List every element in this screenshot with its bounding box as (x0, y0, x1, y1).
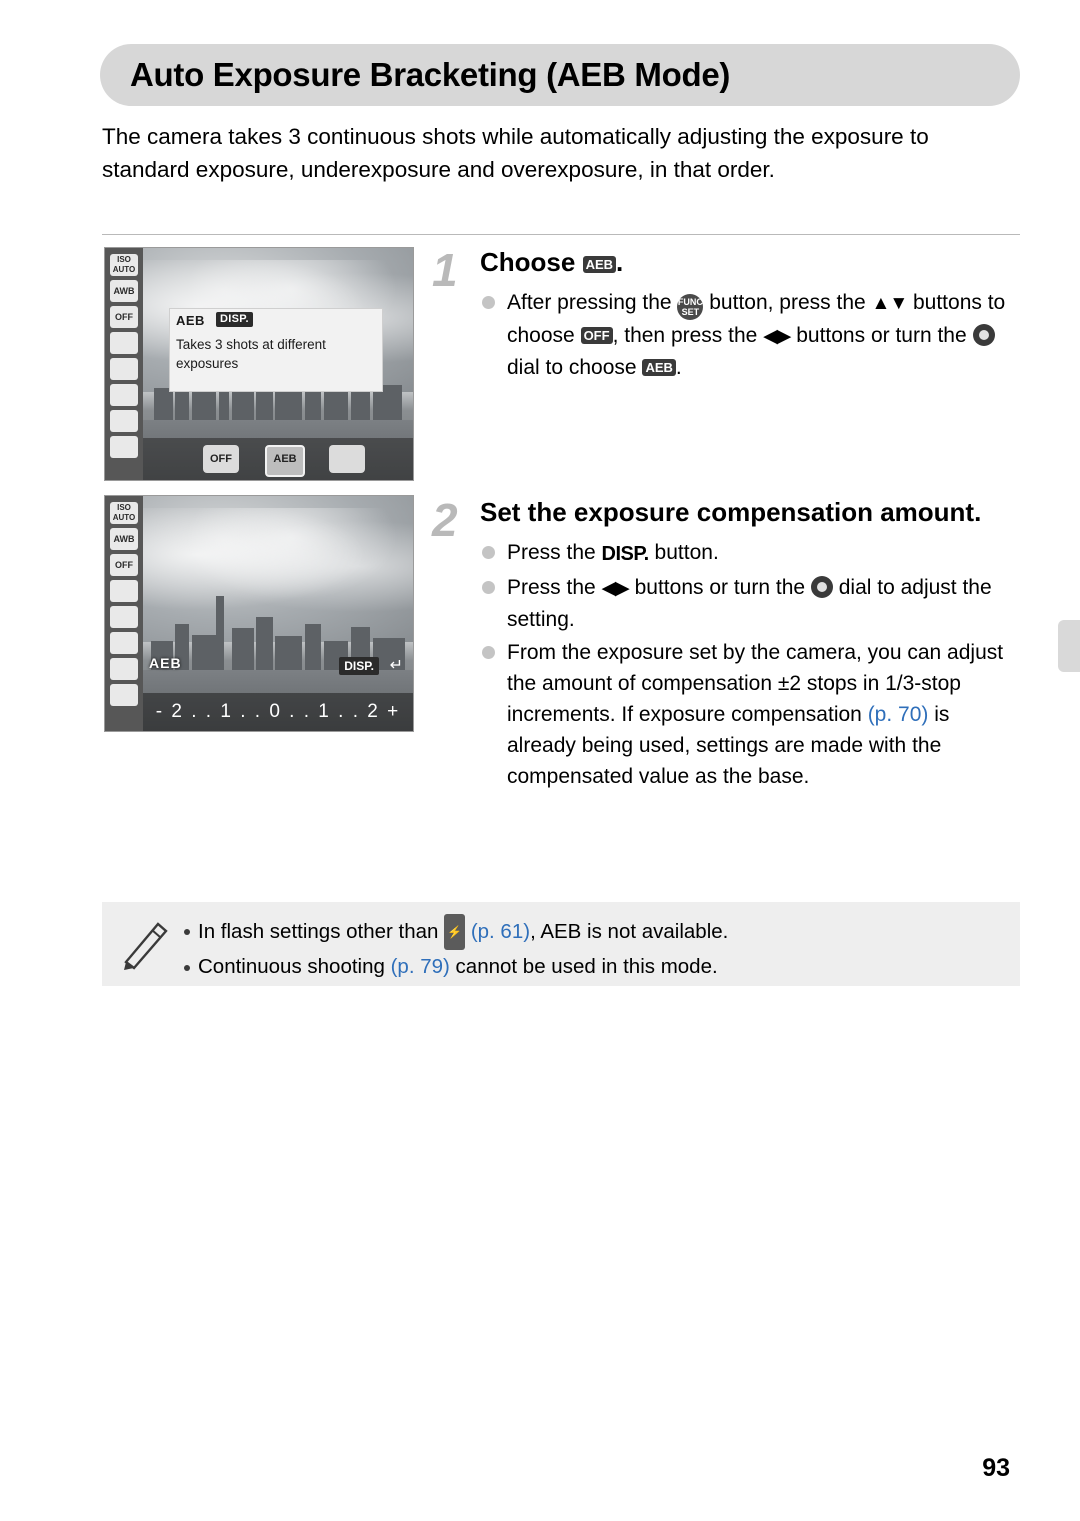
camera-screen-1: ISO AUTO AWB OFF AEB DISP. Takes 3 shots … (104, 247, 414, 481)
func-set-button-icon: FUNC SET (677, 294, 704, 320)
tooltip-label: AEB (176, 313, 205, 328)
page-reference-link[interactable]: (p. 61) (471, 920, 530, 943)
screen1-mode-strip: OFF AEB (143, 438, 413, 480)
mode-item-focus-bracket (329, 445, 365, 473)
horizontal-rule (102, 234, 1020, 235)
page-reference-link[interactable]: (p. 70) (868, 703, 929, 726)
control-dial-icon (972, 324, 995, 346)
step-2-title: Set the exposure compensation amount. (480, 497, 982, 527)
page-number: 93 (982, 1454, 1010, 1482)
disp-button-icon: DISP. (601, 543, 650, 565)
camera-screen-2: ISO AUTO AWB OFF AEB DISP. ↵ - 2 . . 1 . … (104, 495, 414, 732)
control-dial-icon (810, 576, 833, 598)
pencil-icon (124, 922, 168, 970)
screen2-exposure-scale: - 2 . . 1 . . 0 . . 1 . . 2 + (143, 693, 413, 731)
note-box: In flash settings other than ⚡ (p. 61), … (102, 902, 1020, 986)
step-1-title-text: Choose (480, 247, 583, 277)
chapter-side-tab (1058, 620, 1080, 672)
page-title: Auto Exposure Bracketing (AEB Mode) (130, 56, 731, 93)
screen1-tooltip: AEB DISP. Takes 3 shots at different exp… (169, 308, 383, 392)
steps-column: 1 Choose AEB. After pressing the FUNC SET… (432, 245, 1020, 794)
aeb-icon: AEB (582, 256, 617, 273)
note-line-1: In flash settings other than ⚡ (p. 61), … (182, 914, 1006, 950)
step-2-bullet-1: Press the DISP. button. (480, 537, 1020, 570)
intro-paragraph: The camera takes 3 continuous shots whil… (102, 124, 929, 182)
step-1-title-suffix: . (616, 247, 624, 277)
left-right-buttons-icon: ◀▶ (601, 578, 630, 599)
step-2-bullets: Press the DISP. button. Press the ◀▶ but… (480, 537, 1020, 792)
step-1-number: 1 (432, 244, 458, 296)
step-2: 2 Set the exposure compensation amount. … (432, 495, 1020, 792)
return-arrow-icon: ↵ (389, 657, 403, 674)
screen2-disp-badge: DISP. (339, 657, 379, 675)
bracketing-off-icon: OFF (580, 327, 613, 344)
step-1-bullets: After pressing the FUNC SET button, press… (480, 287, 1020, 383)
step-2-bullet-3: From the exposure set by the camera, you… (480, 637, 1020, 792)
note-line-2: Continuous shooting (p. 79) cannot be us… (182, 950, 1006, 984)
up-down-buttons-icon: ▲▼ (871, 293, 909, 314)
step-1-bullet-1: After pressing the FUNC SET button, press… (480, 287, 1020, 383)
screen2-aeb-label: AEB (149, 655, 182, 671)
aeb-icon: AEB (642, 359, 676, 376)
step-2-bullet-2: Press the ◀▶ buttons or turn the dial to… (480, 572, 1020, 635)
step-1-title: Choose AEB. (480, 245, 1020, 279)
tooltip-body: Takes 3 shots at different exposures (176, 337, 326, 371)
left-right-buttons-icon: ◀▶ (763, 326, 791, 347)
page-title-bar: Auto Exposure Bracketing (AEB Mode) (100, 44, 1020, 106)
step-2-number: 2 (432, 494, 458, 546)
step-1: 1 Choose AEB. After pressing the FUNC SET… (432, 245, 1020, 495)
mode-item-off: OFF (203, 445, 239, 473)
tooltip-disp-badge: DISP. (216, 312, 253, 327)
mode-item-aeb: AEB (265, 445, 305, 477)
screen2-icon-rail: ISO AUTO AWB OFF (105, 496, 143, 731)
note-lines: In flash settings other than ⚡ (p. 61), … (182, 914, 1006, 984)
page-reference-link[interactable]: (p. 79) (391, 955, 450, 978)
flash-off-icon: ⚡ (444, 914, 466, 950)
screen1-icon-rail: ISO AUTO AWB OFF (105, 248, 143, 480)
